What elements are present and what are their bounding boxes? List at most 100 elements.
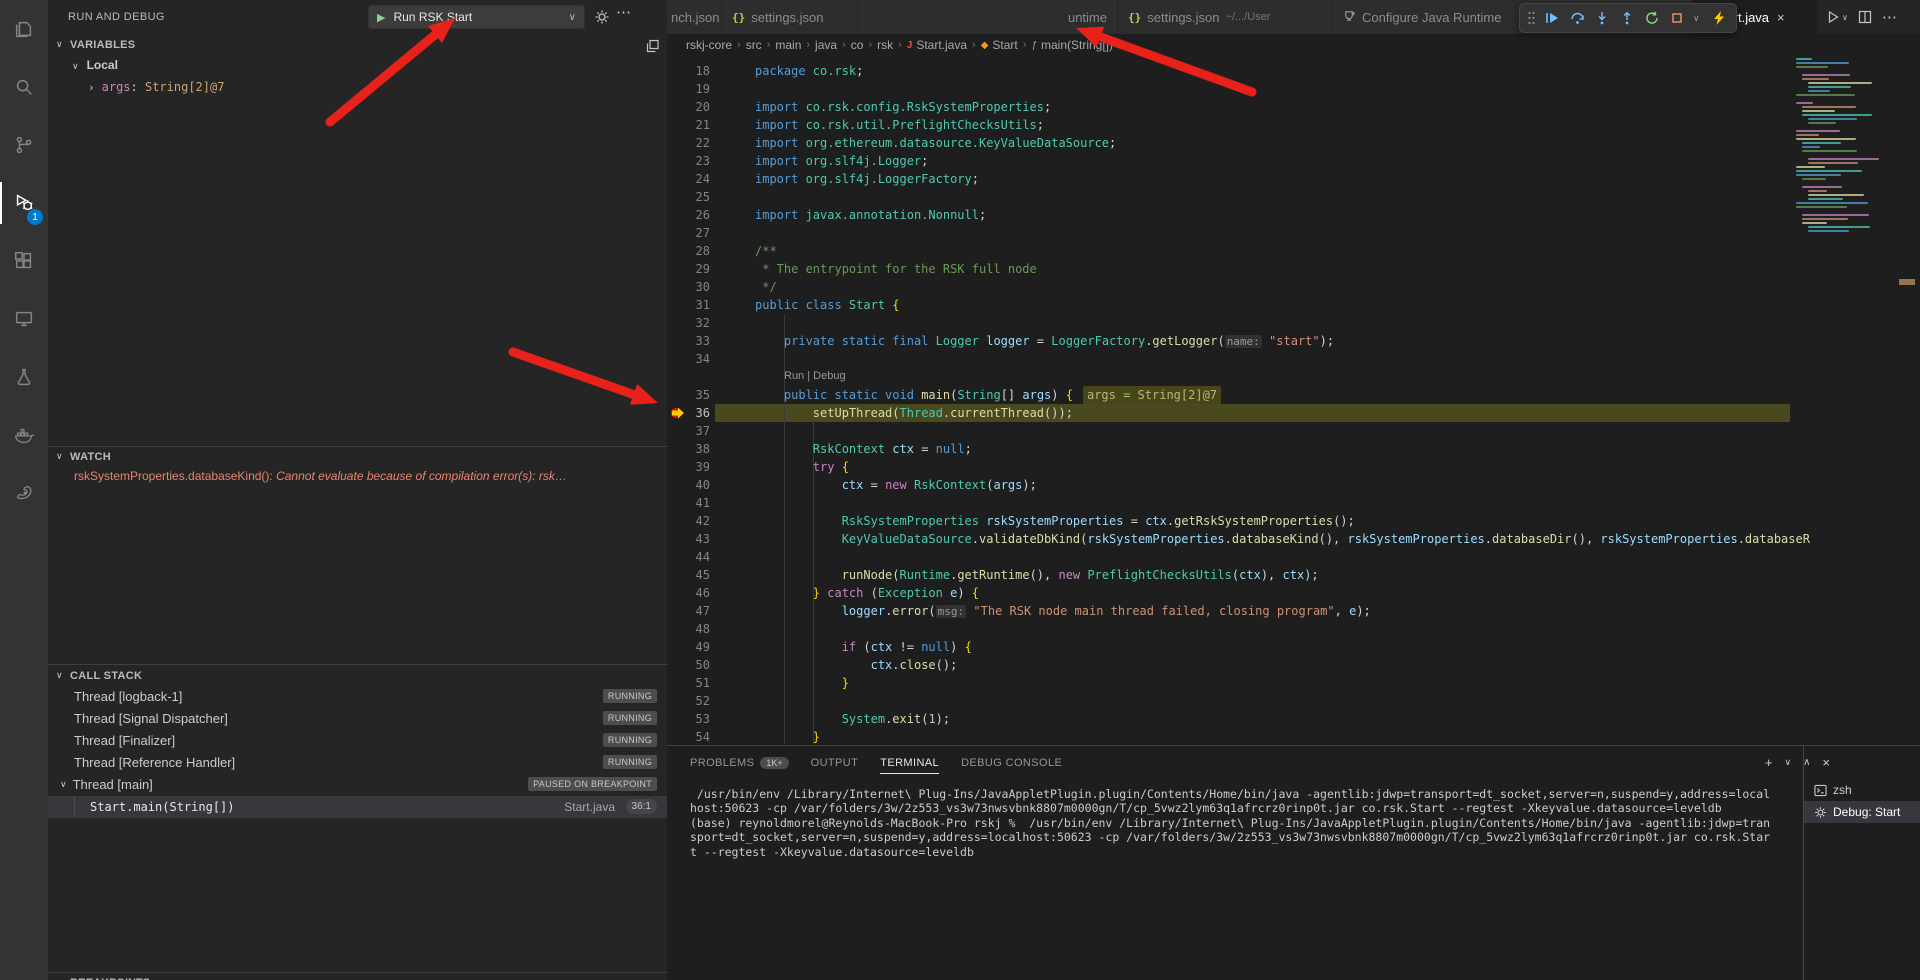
line-number[interactable]: 48 xyxy=(667,620,710,638)
remote-explorer-icon[interactable] xyxy=(0,290,48,348)
line-number[interactable]: 22 xyxy=(667,134,710,152)
code-line[interactable]: 28/** xyxy=(667,242,1920,260)
line-number[interactable]: 44 xyxy=(667,548,710,566)
code-line[interactable]: 48 xyxy=(667,620,1920,638)
more-actions-icon[interactable]: ⋯ xyxy=(1882,8,1897,26)
code-line[interactable]: 31public class Start { xyxy=(667,296,1920,314)
code-line[interactable]: 47 logger.error(msg: "The RSK node main … xyxy=(667,602,1920,620)
chevron-right-icon[interactable]: › xyxy=(88,81,95,94)
code-line[interactable]: 21import co.rsk.util.PreflightChecksUtil… xyxy=(667,116,1920,134)
split-editor-icon[interactable] xyxy=(1858,10,1872,24)
code-line[interactable]: 34 xyxy=(667,350,1920,368)
code-line[interactable]: 38 RskContext ctx = null; xyxy=(667,440,1920,458)
line-number[interactable]: 35 xyxy=(667,386,710,404)
call-stack-section-header[interactable]: ∨ CALL STACK xyxy=(48,667,667,687)
line-number[interactable]: 47 xyxy=(667,602,710,620)
chevron-down-icon[interactable]: ∨ xyxy=(1784,757,1791,768)
line-number[interactable]: 46 xyxy=(667,584,710,602)
restart-icon[interactable] xyxy=(1643,7,1661,29)
line-number[interactable]: 32 xyxy=(667,314,710,332)
search-icon[interactable] xyxy=(0,58,48,116)
code-line[interactable]: 41 xyxy=(667,494,1920,512)
line-number[interactable]: 27 xyxy=(667,224,710,242)
breakpoints-section-header[interactable]: BREAKPOINTS xyxy=(48,972,667,980)
variable-args[interactable]: ›args: String[2]@7 xyxy=(48,80,667,100)
line-number[interactable]: 21 xyxy=(667,116,710,134)
line-number[interactable]: 45 xyxy=(667,566,710,584)
extensions-icon[interactable] xyxy=(0,232,48,290)
code-line[interactable]: 42 RskSystemProperties rskSystemProperti… xyxy=(667,512,1920,530)
views-more-actions-icon[interactable]: ⋯ xyxy=(616,3,631,21)
line-number[interactable]: 18 xyxy=(667,62,710,80)
code-editor[interactable]: 18package co.rsk;1920import co.rsk.confi… xyxy=(667,56,1920,745)
watch-expression[interactable]: rskSystemProperties.databaseKind(): Cann… xyxy=(48,469,667,489)
code-line[interactable]: 35 public static void main(String[] args… xyxy=(667,386,1920,404)
step-out-icon[interactable] xyxy=(1618,7,1636,29)
new-terminal-icon[interactable]: + xyxy=(1765,755,1773,770)
continue-icon[interactable] xyxy=(1543,7,1561,29)
code-line[interactable]: 22import org.ethereum.datasource.KeyValu… xyxy=(667,134,1920,152)
code-line[interactable]: 46 } catch (Exception e) { xyxy=(667,584,1920,602)
terminal-output[interactable]: /usr/bin/env /Library/Internet\ Plug-Ins… xyxy=(690,787,1795,972)
terminal-instance-zsh[interactable]: zsh xyxy=(1804,779,1920,801)
line-number[interactable]: 53 xyxy=(667,710,710,728)
line-number[interactable]: 20 xyxy=(667,98,710,116)
tab-launch-json[interactable]: nch.json xyxy=(667,0,722,34)
run-file-icon[interactable]: ∨ xyxy=(1826,10,1848,24)
line-number[interactable]: 23 xyxy=(667,152,710,170)
code-line[interactable]: 18package co.rsk; xyxy=(667,62,1920,80)
line-number[interactable]: 26 xyxy=(667,206,710,224)
code-line[interactable]: 20import co.rsk.config.RskSystemProperti… xyxy=(667,98,1920,116)
code-line[interactable]: 49 if (ctx != null) { xyxy=(667,638,1920,656)
line-number[interactable]: 50 xyxy=(667,656,710,674)
thread-row[interactable]: Thread [Reference Handler] RUNNING xyxy=(48,752,667,772)
stop-dropdown-chevron-icon[interactable]: ∨ xyxy=(1693,13,1703,24)
chevron-down-icon[interactable]: ∨ xyxy=(1842,13,1848,22)
tab-debug-console[interactable]: DEBUG CONSOLE xyxy=(961,746,1062,779)
tab-settings-json-user[interactable]: {} settings.json ~/.../User xyxy=(1118,0,1333,34)
code-line[interactable]: 53 System.exit(1); xyxy=(667,710,1920,728)
tab-configure-java-runtime-covered[interactable]: untime xyxy=(858,0,1118,34)
variables-section-header[interactable]: ∨ VARIABLES xyxy=(48,36,667,56)
line-number[interactable]: 30 xyxy=(667,278,710,296)
code-line[interactable]: 54 } xyxy=(667,728,1920,745)
line-number[interactable]: 43 xyxy=(667,530,710,548)
line-number[interactable]: 54 xyxy=(667,728,710,745)
source-control-icon[interactable] xyxy=(0,116,48,174)
line-number[interactable]: 39 xyxy=(667,458,710,476)
code-line[interactable]: 37 xyxy=(667,422,1920,440)
code-line[interactable]: 51 } xyxy=(667,674,1920,692)
code-line[interactable]: 30 */ xyxy=(667,278,1920,296)
watch-section-header[interactable]: ∨ WATCH xyxy=(48,448,667,468)
toolbar-drag-grip[interactable] xyxy=(1526,7,1536,29)
terminal-instance-debug-start[interactable]: Debug: Start xyxy=(1804,801,1920,823)
tab-configure-java-runtime[interactable]: Configure Java Runtime xyxy=(1333,0,1523,34)
gradle-icon[interactable] xyxy=(0,464,48,522)
codelens-run-debug[interactable]: Run | Debug xyxy=(667,368,1920,386)
line-number[interactable]: 51 xyxy=(667,674,710,692)
line-number[interactable]: 38 xyxy=(667,440,710,458)
line-number[interactable]: 34 xyxy=(667,350,710,368)
thread-row[interactable]: Thread [Finalizer] RUNNING xyxy=(48,730,667,750)
collapse-all-icon[interactable] xyxy=(646,39,660,56)
variables-scope-local[interactable]: ∨Local xyxy=(48,58,667,78)
hot-code-replace-icon[interactable] xyxy=(1710,7,1728,29)
breadcrumb[interactable]: rskj-core› src› main› java› co› rsk› J S… xyxy=(686,34,1113,56)
breakpoint-current-statement-icon[interactable] xyxy=(670,405,686,426)
line-number[interactable]: 40 xyxy=(667,476,710,494)
code-line[interactable]: 27 xyxy=(667,224,1920,242)
start-debug-play-icon[interactable]: ▶ xyxy=(377,11,385,24)
stop-icon[interactable] xyxy=(1668,7,1686,29)
code-line[interactable]: 40 ctx = new RskContext(args); xyxy=(667,476,1920,494)
code-line[interactable]: 39 try { xyxy=(667,458,1920,476)
explorer-icon[interactable] xyxy=(0,0,48,58)
line-number[interactable]: 52 xyxy=(667,692,710,710)
code-line[interactable]: 45 runNode(Runtime.getRuntime(), new Pre… xyxy=(667,566,1920,584)
code-line[interactable]: 24import org.slf4j.LoggerFactory; xyxy=(667,170,1920,188)
testing-icon[interactable] xyxy=(0,348,48,406)
code-line[interactable]: 43 KeyValueDataSource.validateDbKind(rsk… xyxy=(667,530,1920,548)
minimap[interactable] xyxy=(1794,58,1890,678)
step-over-icon[interactable] xyxy=(1568,7,1586,29)
line-number[interactable]: 24 xyxy=(667,170,710,188)
tab-settings-json[interactable]: {} settings.json xyxy=(722,0,858,34)
